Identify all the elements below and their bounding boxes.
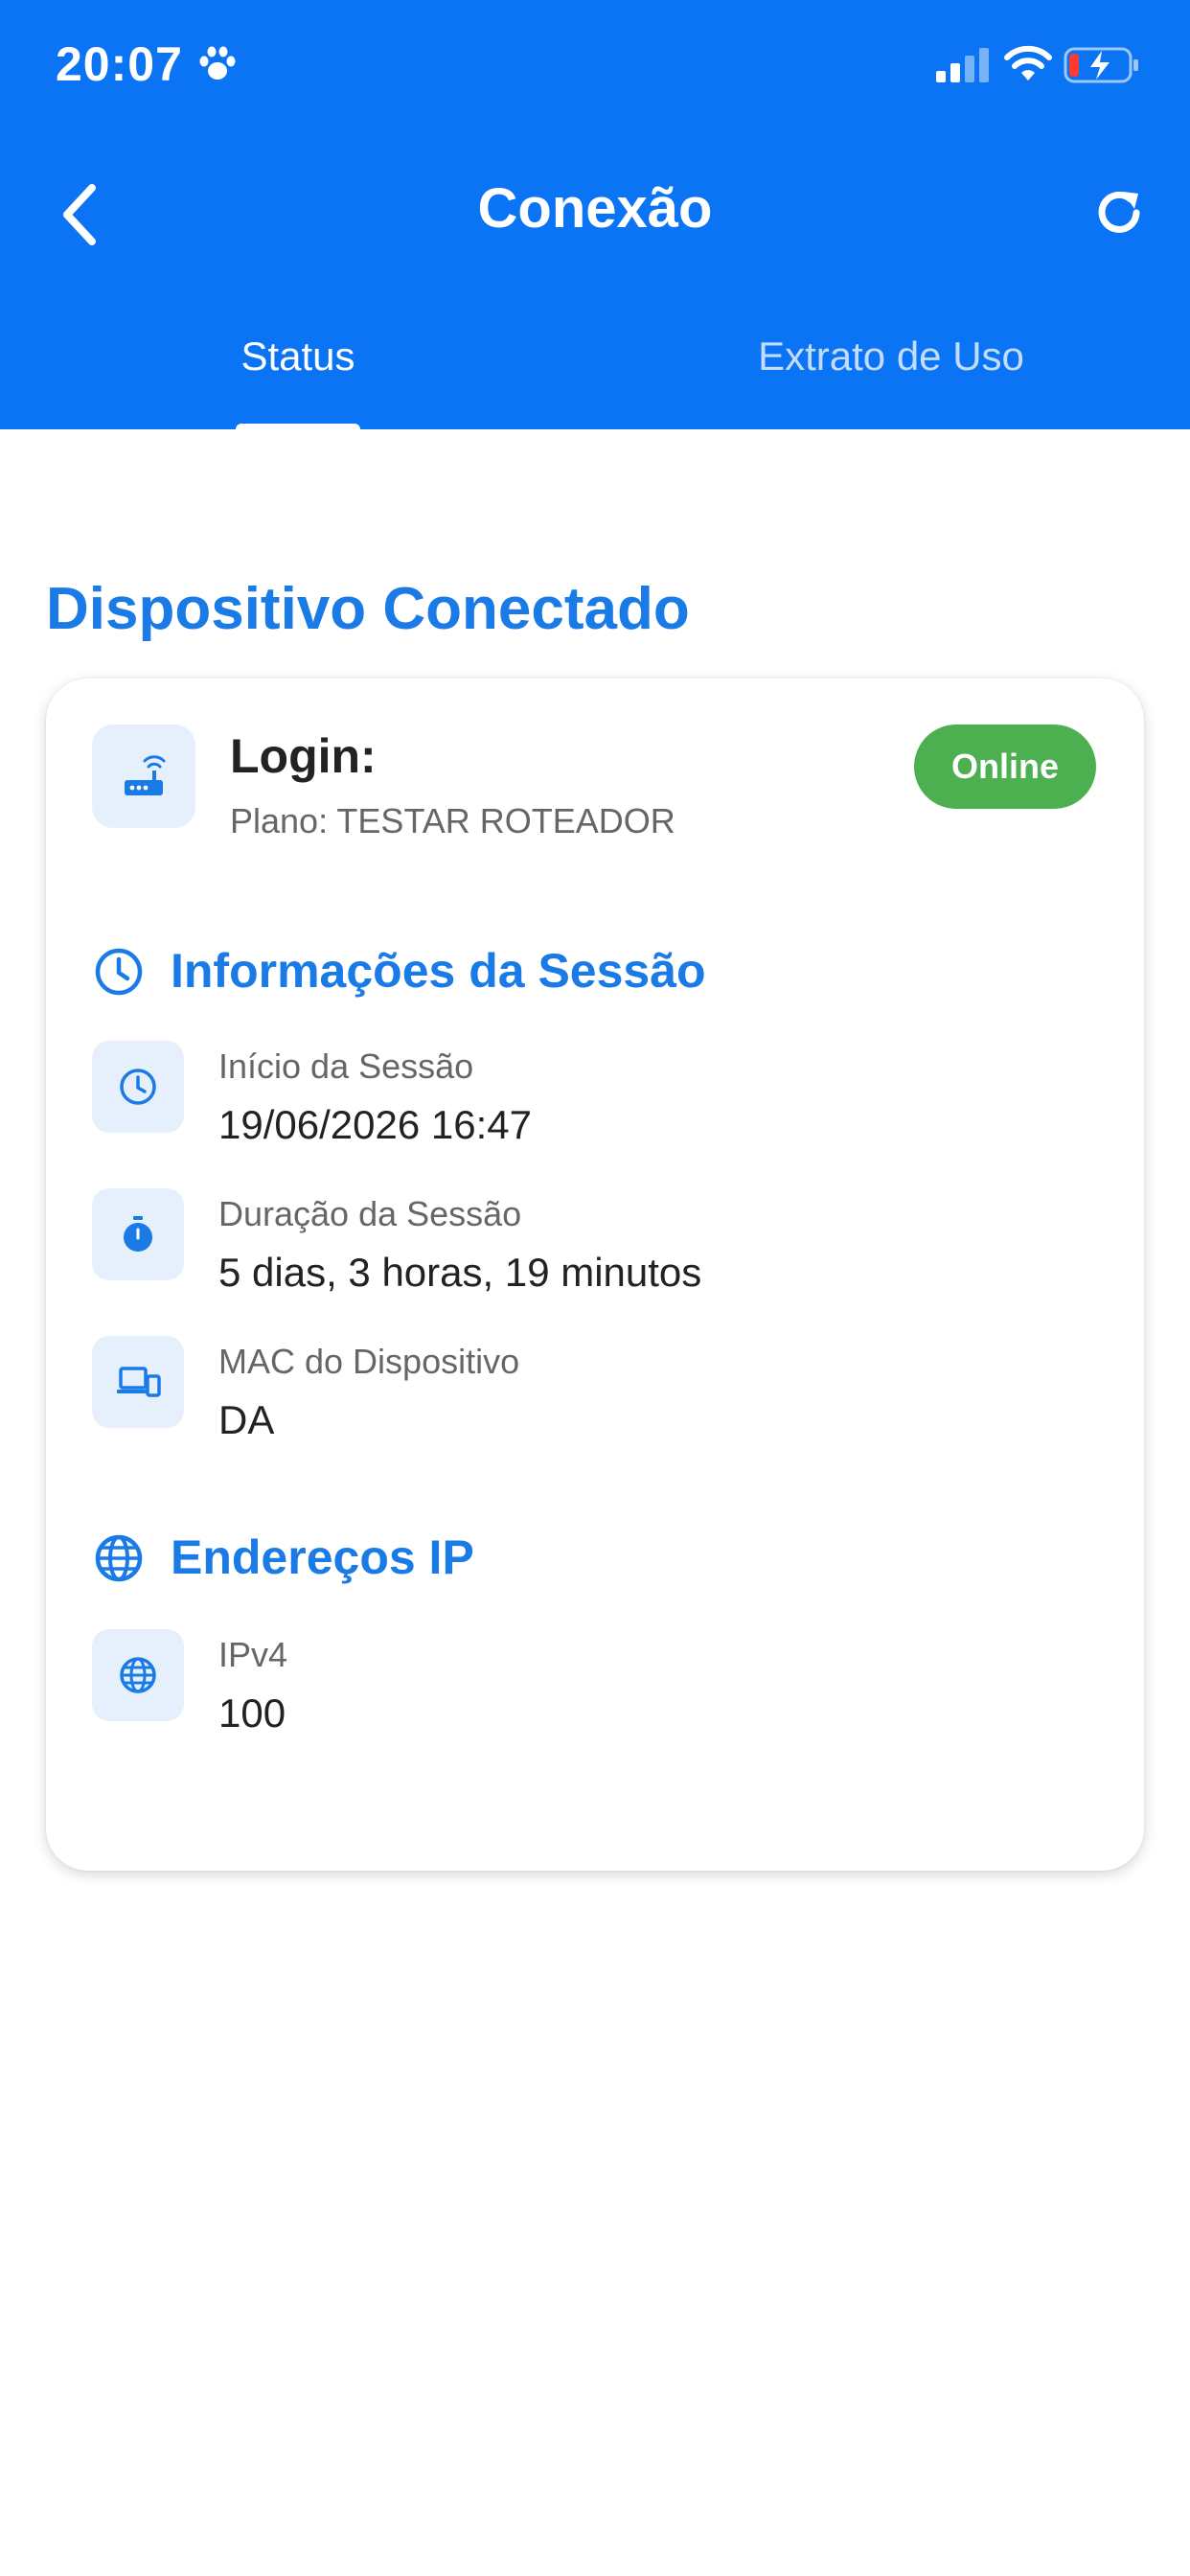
session-start-label: Início da Sessão: [218, 1046, 474, 1086]
clock-icon: [95, 948, 143, 996]
status-time: 20:07: [56, 37, 183, 91]
mac-icon-box: [92, 1336, 184, 1428]
ipv4-label: IPv4: [218, 1635, 288, 1674]
battery-charging-icon: [1064, 47, 1138, 83]
ipv4-icon-box: [92, 1629, 184, 1721]
session-duration-icon-box: [92, 1188, 184, 1280]
tab-extrato-de-uso[interactable]: Extrato de Uso: [728, 334, 1054, 380]
globe-icon: [95, 1534, 143, 1582]
devices-icon: [117, 1367, 161, 1397]
app-header: 20:07 Conexão Status Extrato de Uso: [0, 0, 1190, 435]
wifi-icon: [1004, 45, 1052, 80]
router-icon-box: [92, 724, 195, 828]
tab-status[interactable]: Status: [180, 334, 416, 380]
refresh-button[interactable]: [1088, 182, 1150, 243]
session-start-value: 19/06/2026 16:47: [218, 1102, 532, 1147]
ipv4-value: 100: [218, 1690, 286, 1736]
device-card: Login: Plano: TESTAR ROTEADOR Online Inf…: [46, 678, 1144, 1871]
signal-icon: [936, 48, 989, 82]
stopwatch-icon: [124, 1216, 152, 1252]
page-title: Conexão: [477, 177, 713, 240]
mac-label: MAC do Dispositivo: [218, 1342, 520, 1381]
session-duration-value: 5 dias, 3 horas, 19 minutos: [218, 1250, 702, 1295]
status-badge: Online: [914, 724, 1096, 809]
status-bar: 20:07: [0, 0, 1190, 134]
paw-icon: [199, 46, 236, 80]
active-tab-indicator: [236, 424, 360, 435]
login-label: Login:: [230, 729, 377, 783]
clock-icon: [120, 1069, 156, 1105]
router-icon: [125, 755, 166, 795]
globe-icon: [120, 1657, 156, 1693]
mac-value: DA: [218, 1397, 275, 1442]
session-start-icon-box: [92, 1041, 184, 1133]
session-section-title: Informações da Sessão: [171, 944, 706, 998]
section-title: Dispositivo Conectado: [46, 576, 690, 642]
session-duration-label: Duração da Sessão: [218, 1194, 522, 1233]
ip-section-title: Endereços IP: [171, 1530, 474, 1584]
plan-label: Plano: TESTAR ROTEADOR: [230, 801, 675, 840]
